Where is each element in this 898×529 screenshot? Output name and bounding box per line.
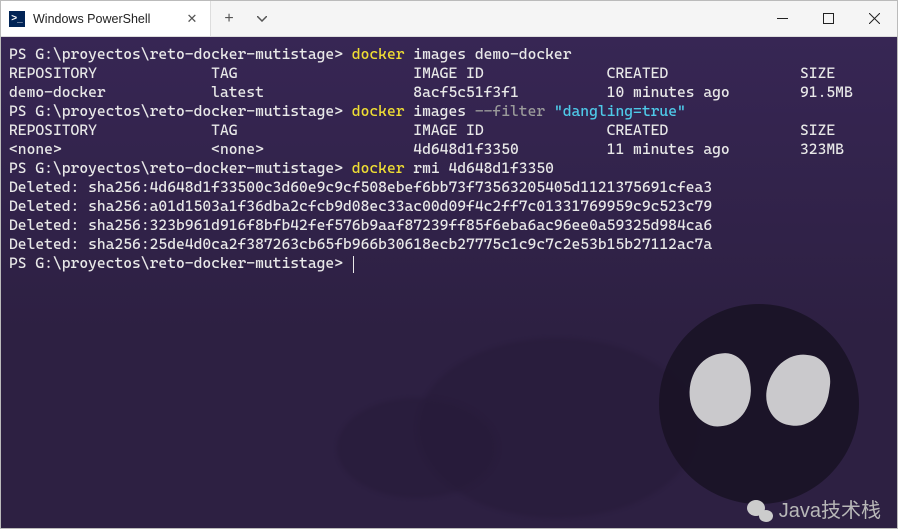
maximize-button[interactable] xyxy=(805,1,851,36)
powershell-icon: >_ xyxy=(9,11,25,27)
minimize-button[interactable] xyxy=(759,1,805,36)
terminal-line: REPOSITORY TAG IMAGE ID CREATED SIZE xyxy=(9,64,889,83)
titlebar-drag-region[interactable] xyxy=(277,1,759,36)
terminal-line: <none> <none> 4d648d1f3350 11 minutes ag… xyxy=(9,140,889,159)
minimize-icon xyxy=(777,13,788,24)
terminal-line: Deleted: sha256:25de4d0ca2f387263cb65fb9… xyxy=(9,235,889,254)
titlebar: >_ Windows PowerShell ✕ + xyxy=(1,1,897,37)
tab-active[interactable]: >_ Windows PowerShell ✕ xyxy=(1,1,211,36)
tab-title: Windows PowerShell xyxy=(33,12,176,26)
terminal-line: Deleted: sha256:323b961d916f8bfb42fef576… xyxy=(9,216,889,235)
background-smoke-art xyxy=(317,258,697,518)
terminal-line: Deleted: sha256:a01d1503a1f36dba2cfcb9d0… xyxy=(9,197,889,216)
watermark: Java技术栈 xyxy=(747,500,881,522)
new-tab-button[interactable]: + xyxy=(211,1,247,36)
watermark-text: Java技术栈 xyxy=(779,502,881,521)
tab-close-button[interactable]: ✕ xyxy=(184,11,200,27)
terminal-line: Deleted: sha256:4d648d1f33500c3d60e9c9cf… xyxy=(9,178,889,197)
terminal-line: PS G:\proyectos\reto-docker-mutistage> d… xyxy=(9,102,889,121)
wechat-icon xyxy=(747,500,773,522)
close-window-button[interactable] xyxy=(851,1,897,36)
terminal-pane[interactable]: PS G:\proyectos\reto-docker-mutistage> d… xyxy=(1,37,897,528)
close-icon xyxy=(869,13,880,24)
chevron-down-icon xyxy=(257,16,267,22)
terminal-line: PS G:\proyectos\reto-docker-mutistage> d… xyxy=(9,159,889,178)
terminal-line: demo-docker latest 8acf5c51f3f1 10 minut… xyxy=(9,83,889,102)
terminal-line: REPOSITORY TAG IMAGE ID CREATED SIZE xyxy=(9,121,889,140)
cursor xyxy=(353,256,354,273)
maximize-icon xyxy=(823,13,834,24)
window-controls xyxy=(759,1,897,36)
terminal-line: PS G:\proyectos\reto-docker-mutistage> d… xyxy=(9,45,889,64)
window-root: >_ Windows PowerShell ✕ + PS G:\proyecto… xyxy=(0,0,898,529)
background-mascot-art xyxy=(659,304,859,504)
tab-dropdown-button[interactable] xyxy=(247,1,277,36)
terminal-line: PS G:\proyectos\reto-docker-mutistage> xyxy=(9,254,889,273)
